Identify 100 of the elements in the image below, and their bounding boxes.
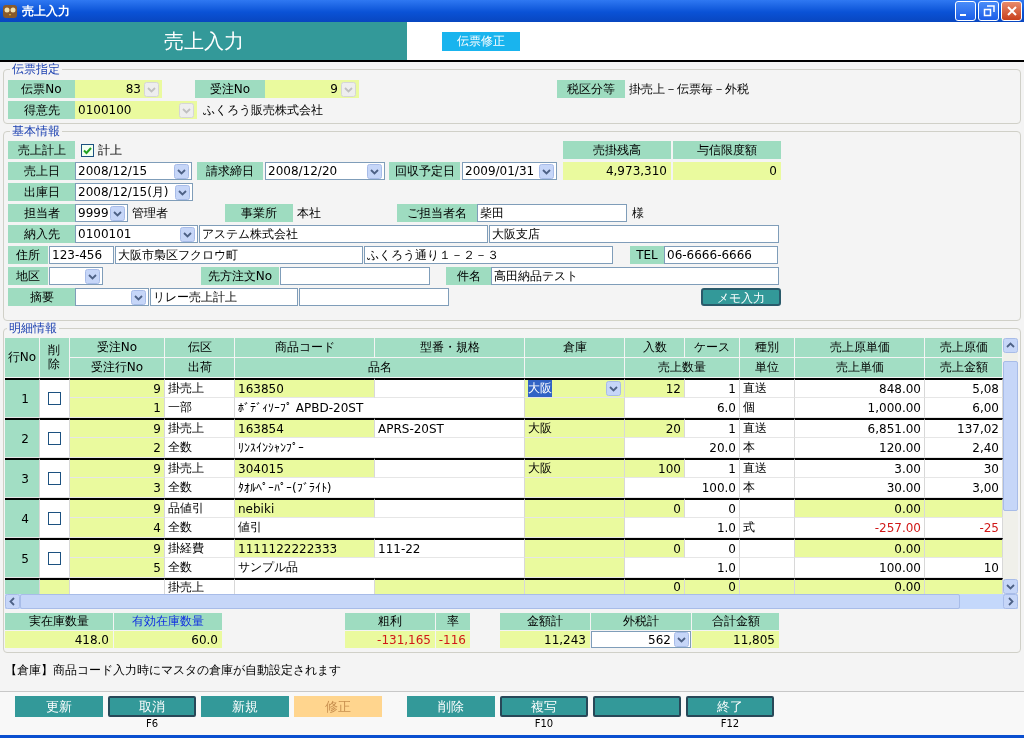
column-header: 型番・規格 — [375, 338, 525, 358]
total-value: -131,165 — [345, 631, 435, 648]
total-value: 11,805 — [692, 631, 779, 648]
scroll-right-icon[interactable] — [1003, 594, 1018, 609]
column-header: 品名 — [235, 358, 525, 378]
warehouse-dropdown[interactable]: 大阪 — [525, 378, 625, 398]
function-button[interactable] — [593, 696, 681, 717]
table-cell: 1 — [685, 378, 740, 398]
field-label: 売上計上 — [8, 141, 75, 159]
tax-dropdown[interactable]: 562 — [591, 631, 691, 648]
caret-icon[interactable] — [131, 289, 146, 305]
customer-dropdown[interactable]: 0100100 — [75, 101, 197, 119]
slip-number-dropdown[interactable]: 83 — [75, 80, 162, 98]
table-cell: 全数 — [165, 558, 235, 578]
scroll-left-icon[interactable] — [5, 594, 20, 609]
checkbox[interactable] — [48, 472, 61, 485]
caret-icon[interactable] — [606, 381, 621, 396]
column-header: 売掛残高 — [563, 141, 671, 159]
column-header: 行No — [5, 338, 40, 378]
table-cell: 100.0 — [625, 478, 740, 498]
vertical-scrollbar[interactable] — [1003, 338, 1018, 594]
caret-icon[interactable] — [539, 163, 554, 179]
customer-order-field[interactable] — [280, 267, 430, 285]
address-field[interactable]: ふくろう通り１－２－３ — [364, 246, 613, 264]
table-cell: 品値引 — [165, 498, 235, 518]
total-label: 有効在庫数量 — [114, 613, 222, 630]
address-field[interactable]: 大阪市梟区フクロウ町 — [115, 246, 363, 264]
table-cell: 掛売上 — [165, 378, 235, 398]
scroll-thumb[interactable] — [1003, 361, 1018, 511]
date-dropdown[interactable]: 2008/12/20 — [265, 162, 385, 180]
column-header: 受注行No — [70, 358, 165, 378]
tax-category-text: 掛売上－伝票毎－外税 — [629, 80, 749, 98]
hint-message: 【倉庫】商品コード入力時にマスタの倉庫が自動設定されます — [4, 662, 342, 679]
table-cell — [740, 578, 795, 594]
order-number-dropdown[interactable]: 9 — [265, 80, 359, 98]
total-value: -116 — [436, 631, 470, 648]
table-cell: 1.0 — [625, 558, 740, 578]
caret-icon[interactable] — [110, 205, 125, 221]
phone-field[interactable]: 06-6666-6666 — [664, 246, 778, 264]
field-label: 税区分等 — [557, 80, 625, 98]
section-legend: 伝票指定 — [10, 62, 62, 77]
checkbox[interactable] — [48, 392, 61, 405]
caret-icon[interactable] — [174, 163, 189, 179]
caret-icon[interactable] — [674, 632, 689, 647]
delivery-name-field[interactable]: アステム株式会社 — [199, 225, 488, 243]
caret-icon[interactable] — [367, 163, 382, 179]
table-cell: 1 — [70, 398, 165, 418]
customer-name: ふくろう販売株式会社 — [203, 101, 323, 119]
row-number: 5 — [5, 538, 40, 578]
table-cell: 163850 — [235, 378, 375, 398]
table-cell: 137,02 — [925, 418, 1003, 438]
date-dropdown[interactable]: 2008/12/15(月) — [75, 183, 193, 201]
caret-icon[interactable] — [85, 268, 100, 284]
table-cell: 大阪 — [525, 418, 625, 438]
summary-field[interactable]: リレー売上計上 — [150, 288, 298, 306]
date-dropdown[interactable]: 2009/01/31 — [462, 162, 557, 180]
summary-field[interactable] — [299, 288, 449, 306]
field-label: 地区 — [8, 267, 48, 285]
table-cell — [740, 558, 795, 578]
field-label: 請求締日 — [197, 162, 263, 180]
column-header: 売上単価 — [795, 358, 925, 378]
staff-dropdown[interactable]: 9999 — [75, 204, 128, 222]
date-dropdown[interactable]: 2008/12/15 — [75, 162, 192, 180]
staff-name: 管理者 — [132, 204, 169, 222]
table-cell: ﾎﾞﾃﾞｨｿｰﾌﾟ APBD-20ST — [235, 398, 525, 418]
minimize-button[interactable] — [955, 1, 976, 21]
section-legend: 明細情報 — [7, 321, 59, 336]
table-cell: 本 — [740, 478, 795, 498]
field-label: 出庫日 — [8, 183, 75, 201]
area-dropdown[interactable] — [49, 267, 103, 285]
table-cell: 大阪 — [525, 458, 625, 478]
table-cell: 個 — [740, 398, 795, 418]
restore-icon — [982, 5, 995, 17]
caret-icon[interactable] — [175, 184, 190, 200]
field-label: 受注No — [195, 80, 265, 98]
subject-field[interactable]: 高田納品テスト — [491, 267, 779, 285]
table-cell: ﾀｵﾙﾍﾟｰﾊﾟｰ(ﾌﾞﾗｲﾄ) — [235, 478, 525, 498]
contact-field[interactable]: 柴田 — [477, 204, 627, 222]
table-cell: 全数 — [165, 518, 235, 538]
column-header: 削除 — [40, 338, 70, 378]
restore-button[interactable] — [978, 1, 999, 21]
caret-icon[interactable] — [180, 226, 195, 242]
checkbox[interactable] — [48, 552, 61, 565]
delivery-dropdown[interactable]: 0100101 — [75, 225, 198, 243]
close-button[interactable] — [1001, 1, 1022, 21]
summary-dropdown[interactable] — [75, 288, 149, 306]
table-cell: 掛売上 — [165, 578, 235, 594]
checkbox[interactable] — [81, 143, 94, 157]
column-header: 売上数量 — [625, 358, 740, 378]
scroll-up-icon[interactable] — [1003, 338, 1018, 353]
table-cell: 6.0 — [625, 398, 740, 418]
scroll-down-icon[interactable] — [1003, 579, 1018, 594]
checkbox[interactable] — [48, 512, 61, 525]
table-cell: 1,000.00 — [795, 398, 925, 418]
branch-field[interactable]: 大阪支店 — [489, 225, 779, 243]
table-cell: 値引 — [235, 518, 525, 538]
table-cell: 5,08 — [925, 378, 1003, 398]
table-cell: 3 — [70, 478, 165, 498]
checkbox[interactable] — [48, 432, 61, 445]
postal-code-field[interactable]: 123-456 — [49, 246, 114, 264]
